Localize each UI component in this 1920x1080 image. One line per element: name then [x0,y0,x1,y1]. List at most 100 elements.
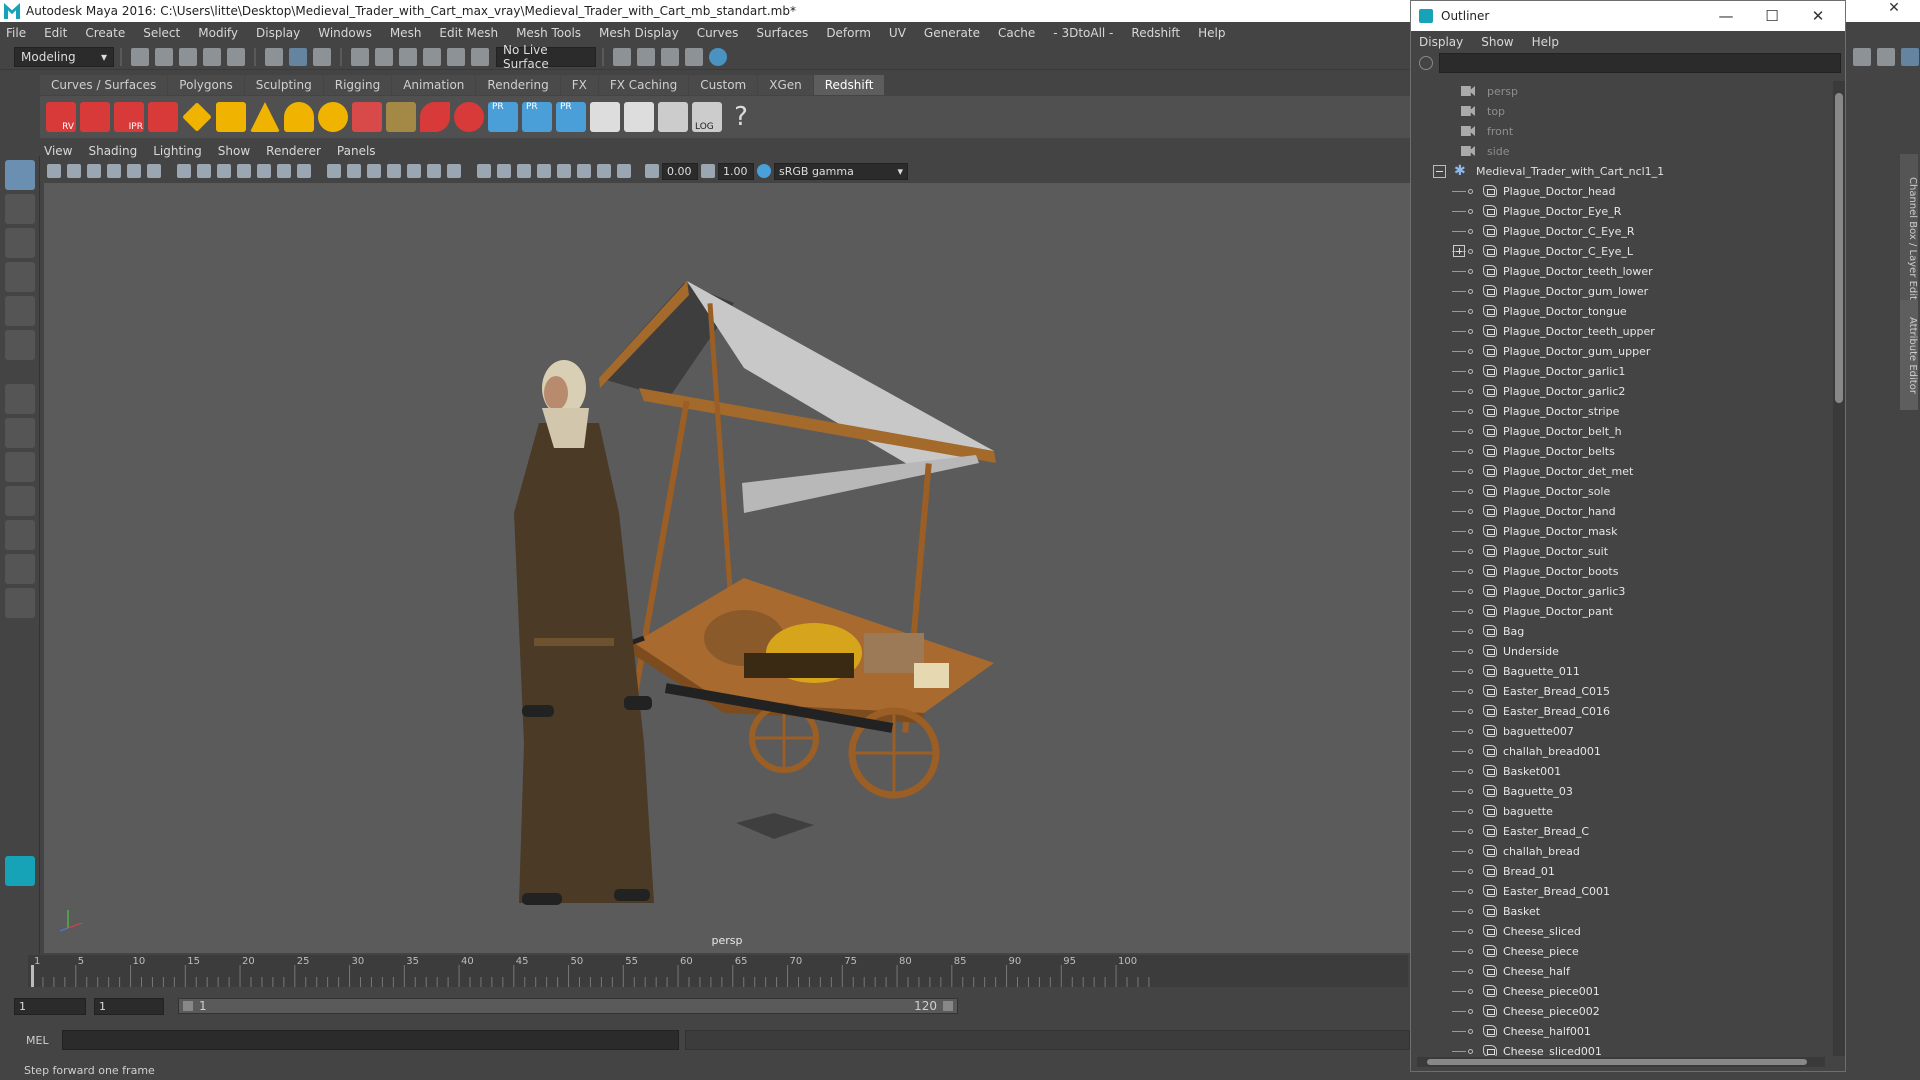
show-manipulator-icon[interactable] [5,384,35,414]
magnet-icon[interactable] [471,47,489,66]
outliner-item[interactable]: Cheese_half001 [1411,1021,1833,1041]
outliner-vertical-scrollbar[interactable] [1833,81,1845,1056]
menu-mesh-tools[interactable]: Mesh Tools [516,26,581,40]
motion-blur-icon[interactable] [497,164,511,178]
outliner-item[interactable]: Cheese_piece002 [1411,1001,1833,1021]
outliner-item[interactable]: Plague_Doctor_garlic3 [1411,581,1833,601]
menu-file[interactable]: File [6,26,26,40]
shelf-tab-curves-surfaces[interactable]: Curves / Surfaces [40,75,168,95]
outliner-item[interactable]: Cheese_sliced [1411,921,1833,941]
outliner-item[interactable]: baguette [1411,801,1833,821]
layout-custom-icon[interactable] [5,588,35,618]
render-view-icon[interactable] [709,47,727,66]
outliner-item[interactable]: Basket [1411,901,1833,921]
anti-aliasing-icon[interactable] [517,164,531,178]
outliner-search-input[interactable] [1439,53,1841,73]
outliner-item[interactable]: Plague_Doctor_head [1411,181,1833,201]
move-tool-icon[interactable] [5,262,35,292]
outliner-item[interactable]: Cheese_piece [1411,941,1833,961]
outliner-item[interactable]: challah_bread001 [1411,741,1833,761]
menu-cache[interactable]: Cache [998,26,1035,40]
open-scene-icon[interactable] [155,47,173,66]
isolate-select-icon[interactable] [557,164,571,178]
snap-point-icon[interactable] [399,47,417,66]
expand-icon[interactable] [1453,245,1465,257]
rotate-tool-icon[interactable] [5,296,35,326]
menu-generate[interactable]: Generate [924,26,980,40]
redshift-render-view-icon[interactable]: RV [46,102,76,132]
shelf-tab-polygons[interactable]: Polygons [168,75,244,95]
current-time-marker[interactable] [31,965,34,987]
redshift-sun-sky-icon[interactable] [318,102,348,132]
layout-outliner-icon[interactable] [5,520,35,550]
gamma-icon[interactable] [701,164,715,178]
outliner-item[interactable]: Baguette_011 [1411,661,1833,681]
color-management-icon[interactable] [757,164,771,178]
safe-title-icon[interactable] [297,164,311,178]
wireframe-icon[interactable] [327,164,341,178]
outliner-item[interactable]: Plague_Doctor_gum_upper [1411,341,1833,361]
outliner-item[interactable]: Plague_Doctor_pant [1411,601,1833,621]
xray-components-icon[interactable] [617,164,631,178]
layout-single-icon[interactable] [5,418,35,448]
redo-icon[interactable] [227,47,245,66]
outliner-item[interactable]: Easter_Bread_C016 [1411,701,1833,721]
range-handle-right[interactable] [943,1001,953,1011]
new-scene-icon[interactable] [131,47,149,66]
panel-menu-renderer[interactable]: Renderer [266,144,321,158]
shelf-tab-fx-caching[interactable]: FX Caching [598,75,689,95]
menu-edit[interactable]: Edit [44,26,67,40]
select-component-icon[interactable] [313,47,331,66]
redshift-spot-light-icon[interactable] [250,102,280,132]
mode-dropdown[interactable]: Modeling ▾ [14,46,114,67]
film-gate-icon[interactable] [197,164,211,178]
outliner-item[interactable]: Bread_01 [1411,861,1833,881]
outliner-group[interactable]: ✱ Medieval_Trader_with_Cart_ncl1_1 [1411,161,1833,181]
outliner-item[interactable]: Plague_Doctor_Eye_R [1411,201,1833,221]
redshift-bowl-2-icon[interactable] [624,102,654,132]
gamma-field[interactable]: 1.00 [718,162,754,180]
safe-action-icon[interactable] [277,164,291,178]
redshift-pr-3-icon[interactable]: PR [556,102,586,132]
outliner-item[interactable]: Bag [1411,621,1833,641]
outliner-item[interactable]: Basket001 [1411,761,1833,781]
shelf-tab-custom[interactable]: Custom [689,75,758,95]
outliner-item[interactable]: Plague_Doctor_mask [1411,521,1833,541]
menu-mesh[interactable]: Mesh [390,26,422,40]
bookmark-icon[interactable] [87,164,101,178]
ambient-occlusion-icon[interactable] [477,164,491,178]
panel-menu-lighting[interactable]: Lighting [153,144,202,158]
refresh-icon[interactable] [1419,56,1433,70]
outliner-menu-help[interactable]: Help [1532,35,1559,49]
outliner-menu-show[interactable]: Show [1481,35,1513,49]
use-all-lights-icon[interactable] [427,164,441,178]
outliner-item[interactable]: Plague_Doctor_stripe [1411,401,1833,421]
select-tool-icon[interactable] [5,160,35,190]
range-bar[interactable]: 1 120 [178,998,958,1014]
time-slider[interactable]: 1 5 10 15 20 25 30 35 40 45 50 55 60 65 70 75 80 85 90 95 10… [28,955,1408,987]
menu-uv[interactable]: UV [889,26,906,40]
outliner-item[interactable]: Underside [1411,641,1833,661]
color-space-dropdown[interactable]: sRGB gamma ▾ [774,162,908,180]
exposure-icon[interactable] [645,164,659,178]
depth-of-field-icon[interactable] [537,164,551,178]
menu-modify[interactable]: Modify [198,26,238,40]
two-d-pan-icon[interactable] [127,164,141,178]
outliner-item[interactable]: Plague_Doctor_tongue [1411,301,1833,321]
outliner-item[interactable]: Plague_Doctor_det_met [1411,461,1833,481]
outliner-horizontal-scrollbar[interactable] [1417,1057,1825,1067]
render-settings-icon[interactable] [661,47,679,66]
select-object-icon[interactable] [289,47,307,66]
outliner-item[interactable]: Easter_Bread_C001 [1411,881,1833,901]
redshift-proxy-icon[interactable] [182,102,212,132]
menu-create[interactable]: Create [85,26,125,40]
shadows-icon[interactable] [447,164,461,178]
outliner-item[interactable]: baguette007 [1411,721,1833,741]
redshift-curve-icon[interactable] [420,102,450,132]
redshift-log-icon[interactable]: LOG [692,102,722,132]
scrollbar-thumb[interactable] [1835,93,1843,403]
scrollbar-thumb[interactable] [1427,1059,1807,1065]
outliner-item[interactable]: Plague_Doctor_boots [1411,561,1833,581]
attribute-editor-icon[interactable] [1877,48,1895,66]
menu-deform[interactable]: Deform [826,26,871,40]
